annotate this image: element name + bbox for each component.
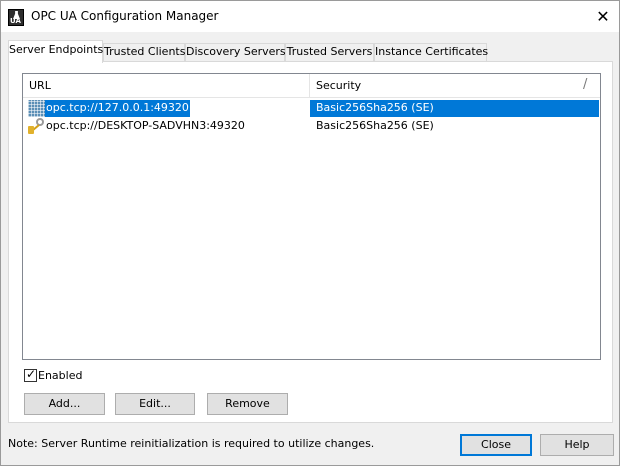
column-resize-grip-icon: / (583, 77, 588, 92)
title-bar[interactable]: UA OPC UA Configuration Manager ✕ (1, 1, 619, 32)
close-icon[interactable]: ✕ (593, 7, 613, 27)
add-button[interactable]: Add... (24, 393, 105, 415)
endpoint-security: Basic256Sha256 (SE) (316, 101, 434, 114)
window-title: OPC UA Configuration Manager (31, 9, 219, 23)
tab-discovery-servers[interactable]: Discovery Servers (185, 43, 286, 62)
network-grid-icon (28, 100, 45, 117)
checkmark-icon: ✓ (26, 367, 37, 381)
endpoint-url: opc.tcp://DESKTOP-SADVHN3:49320 (46, 119, 245, 132)
tab-server-endpoints[interactable]: Server Endpoints (8, 40, 103, 63)
column-header-security[interactable]: Security (310, 74, 600, 98)
tab-trusted-clients[interactable]: Trusted Clients (103, 43, 185, 62)
endpoint-url: opc.tcp://127.0.0.1:49320 (45, 100, 190, 117)
server-endpoints-panel: URL Security / opc.tcp://127.0.0.1:49320… (8, 61, 613, 423)
reinitialization-note: Note: Server Runtime reinitialization is… (8, 437, 375, 450)
close-button[interactable]: Close (460, 434, 532, 456)
app-icon: UA (8, 9, 24, 26)
help-button[interactable]: Help (540, 434, 614, 456)
enabled-checkbox[interactable]: ✓ (24, 367, 37, 382)
endpoint-row[interactable]: opc.tcp://DESKTOP-SADVHN3:49320 Basic256… (23, 118, 600, 135)
tab-trusted-servers[interactable]: Trusted Servers (285, 43, 374, 62)
endpoint-row[interactable]: opc.tcp://127.0.0.1:49320 Basic256Sha256… (23, 100, 600, 117)
edit-button[interactable]: Edit... (115, 393, 195, 415)
enabled-label[interactable]: Enabled (38, 368, 82, 383)
list-header: URL Security / (23, 74, 600, 98)
remove-button[interactable]: Remove (207, 393, 288, 415)
endpoints-list[interactable]: URL Security / opc.tcp://127.0.0.1:49320… (22, 73, 601, 360)
endpoint-security: Basic256Sha256 (SE) (316, 119, 434, 132)
tab-instance-certificates[interactable]: Instance Certificates (374, 43, 488, 62)
key-icon (28, 118, 45, 135)
dialog-window: UA OPC UA Configuration Manager ✕ Server… (0, 0, 620, 466)
column-header-url[interactable]: URL (23, 74, 310, 98)
app-icon-label: UA (10, 17, 21, 25)
